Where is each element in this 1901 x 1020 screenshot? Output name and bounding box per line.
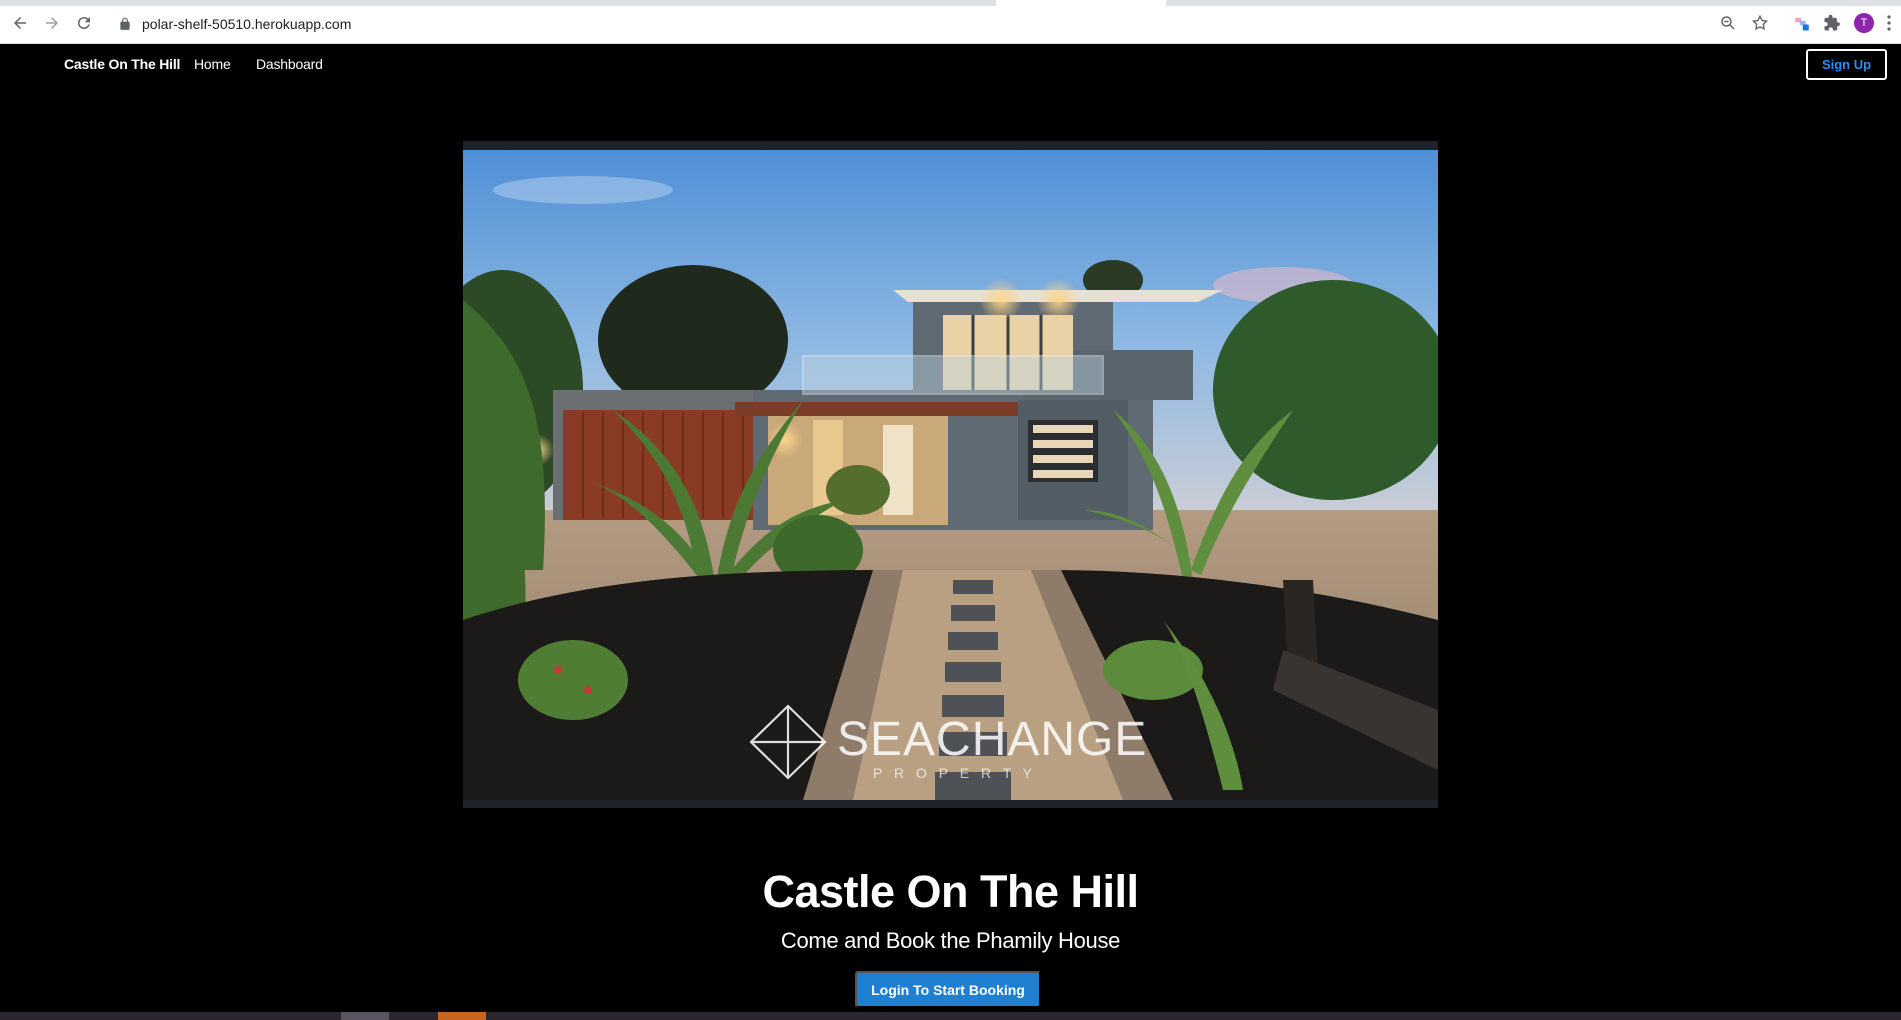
signup-button[interactable]: Sign Up xyxy=(1806,49,1887,80)
active-tab[interactable] xyxy=(996,0,1166,6)
back-button[interactable] xyxy=(10,13,30,33)
arrow-right-icon xyxy=(46,17,58,29)
reload-button[interactable] xyxy=(74,13,94,33)
taskbar-app-item[interactable] xyxy=(341,1012,389,1020)
reload-icon xyxy=(77,17,90,30)
taskbar-app-item[interactable] xyxy=(438,1012,486,1020)
site-navbar: Castle On The Hill Home Dashboard Sign U… xyxy=(0,44,1901,84)
profile-avatar[interactable]: T xyxy=(1854,13,1874,33)
watermark-main-text: SEACHANGE xyxy=(837,713,1147,766)
browser-toolbar: polar-shelf-50510.herokuapp.com T xyxy=(0,0,1901,44)
page-subtitle: Come and Book the Phamily House xyxy=(780,928,1121,953)
nav-link-dashboard[interactable]: Dashboard xyxy=(256,56,323,72)
kebab-menu-icon[interactable] xyxy=(1886,14,1892,32)
arrow-left-icon xyxy=(14,17,26,29)
tab-strip xyxy=(0,0,1901,6)
os-taskbar xyxy=(0,1012,1901,1020)
page-title: Castle On The Hill xyxy=(762,866,1139,917)
hero-image-frame: SEACHANGE P R O P E R T Y xyxy=(463,141,1438,808)
watermark-sub-text: P R O P E R T Y xyxy=(873,765,1036,781)
lock-icon[interactable] xyxy=(118,17,132,31)
star-icon[interactable] xyxy=(1750,13,1770,33)
hero-house-photo: SEACHANGE P R O P E R T Y xyxy=(463,150,1438,800)
address-bar[interactable]: polar-shelf-50510.herokuapp.com xyxy=(110,11,1760,37)
login-to-book-button[interactable]: Login To Start Booking xyxy=(855,971,1041,1008)
forward-button[interactable] xyxy=(42,13,62,33)
zoom-icon[interactable] xyxy=(1718,13,1738,33)
url-text[interactable]: polar-shelf-50510.herokuapp.com xyxy=(142,16,351,32)
nav-link-home[interactable]: Home xyxy=(194,56,231,72)
puzzle-icon[interactable] xyxy=(1822,13,1842,33)
brand-link[interactable]: Castle On The Hill xyxy=(64,56,180,72)
extension-badge-icon[interactable] xyxy=(1792,13,1812,33)
